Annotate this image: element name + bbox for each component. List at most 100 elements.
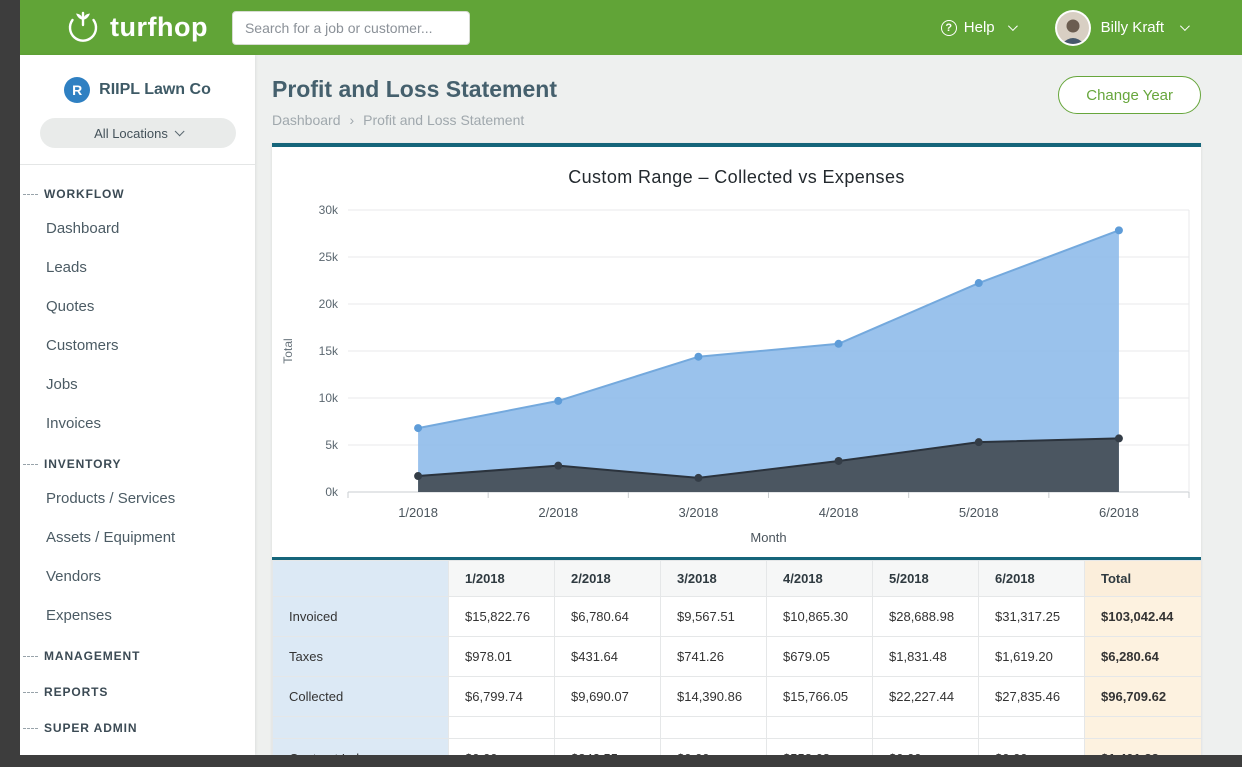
value-cell: $15,766.05	[767, 677, 873, 717]
svg-text:3/2018: 3/2018	[679, 505, 719, 520]
spacer-cell	[1085, 717, 1202, 739]
value-cell: $842.55	[555, 739, 661, 756]
change-year-button[interactable]: Change Year	[1058, 76, 1201, 114]
svg-text:10k: 10k	[319, 391, 339, 405]
header-cell-2-2018: 2/2018	[555, 561, 661, 597]
help-icon: ?	[941, 20, 957, 36]
header-cell-label	[273, 561, 449, 597]
spacer-cell	[873, 717, 979, 739]
sidebar-item-expenses[interactable]: Expenses	[20, 596, 255, 635]
breadcrumb: Dashboard › Profit and Loss Statement	[272, 112, 557, 128]
sidebar-section-workflow[interactable]: WORKFLOW	[20, 173, 255, 209]
svg-text:5k: 5k	[325, 438, 339, 452]
turfhop-logo[interactable]: turfhop	[65, 7, 208, 48]
sidebar-section-reports[interactable]: REPORTS	[20, 671, 255, 707]
sidebar-item-products-services[interactable]: Products / Services	[20, 479, 255, 518]
logo-text: turfhop	[110, 12, 208, 43]
topbar-right: ? Help Billy Kraft	[941, 10, 1187, 46]
value-cell: $15,822.76	[449, 597, 555, 637]
total-value-cell: $96,709.62	[1085, 677, 1202, 717]
value-cell: $1,619.20	[979, 637, 1085, 677]
locations-dropdown[interactable]: All Locations	[40, 118, 236, 148]
user-name: Billy Kraft	[1101, 19, 1164, 36]
value-cell: $22,227.44	[873, 677, 979, 717]
table-row-taxes: Taxes$978.01$431.64$741.26$679.05$1,831.…	[273, 637, 1202, 677]
row-label: Collected	[273, 677, 449, 717]
table-row-invoiced: Invoiced$15,822.76$6,780.64$9,567.51$10,…	[273, 597, 1202, 637]
total-value-cell: $103,042.44	[1085, 597, 1202, 637]
breadcrumb-separator-icon: ›	[350, 112, 355, 128]
svg-text:25k: 25k	[319, 250, 339, 264]
topbar: turfhop ? Help Billy Kraft	[20, 0, 1242, 55]
svg-text:Month: Month	[750, 530, 786, 545]
chevron-down-icon	[175, 126, 185, 136]
pl-table-head: 1/20182/20183/20184/20185/20186/2018Tota…	[273, 561, 1202, 597]
svg-text:5/2018: 5/2018	[959, 505, 999, 520]
pl-table: 1/20182/20183/20184/20185/20186/2018Tota…	[272, 560, 1202, 755]
page-header: Profit and Loss Statement Dashboard › Pr…	[255, 55, 1242, 128]
sidebar-item-quotes[interactable]: Quotes	[20, 287, 255, 326]
row-label: Contract Labor	[273, 739, 449, 756]
value-cell: $6,780.64	[555, 597, 661, 637]
total-value-cell: $1,401.23	[1085, 739, 1202, 756]
page-title: Profit and Loss Statement	[272, 76, 557, 103]
spacer-cell	[979, 717, 1085, 739]
header-cell-5-2018: 5/2018	[873, 561, 979, 597]
value-cell: $0.00	[661, 739, 767, 756]
sidebar-item-customers[interactable]: Customers	[20, 326, 255, 365]
report-card: Custom Range – Collected vs Expenses 0k 5…	[272, 143, 1201, 755]
svg-text:6/2018: 6/2018	[1099, 505, 1139, 520]
value-cell: $0.00	[979, 739, 1085, 756]
company-badge: R	[64, 77, 90, 103]
app-window: turfhop ? Help Billy Kraft	[20, 0, 1242, 755]
breadcrumb-dashboard[interactable]: Dashboard	[272, 112, 341, 128]
value-cell: $1,831.48	[873, 637, 979, 677]
value-cell: $0.00	[449, 739, 555, 756]
svg-text:0k: 0k	[325, 485, 339, 499]
table-row-contract-labor: Contract Labor$0.00$842.55$0.00$558.68$0…	[273, 739, 1202, 756]
user-menu[interactable]: Billy Kraft	[1055, 10, 1187, 46]
spacer-cell	[449, 717, 555, 739]
value-cell: $741.26	[661, 637, 767, 677]
sidebar-item-assets-equipment[interactable]: Assets / Equipment	[20, 518, 255, 557]
company-row: R RIIPL Lawn Co	[20, 55, 255, 103]
chart-title: Custom Range – Collected vs Expenses	[272, 147, 1201, 192]
header-cell-6-2018: 6/2018	[979, 561, 1085, 597]
spacer-cell	[767, 717, 873, 739]
avatar	[1055, 10, 1091, 46]
svg-text:1/2018: 1/2018	[398, 505, 438, 520]
sidebar-item-jobs[interactable]: Jobs	[20, 365, 255, 404]
value-cell: $14,390.86	[661, 677, 767, 717]
help-menu[interactable]: ? Help	[941, 19, 1015, 36]
svg-text:30k: 30k	[319, 203, 339, 217]
sidebar-section-super-admin[interactable]: SUPER ADMIN	[20, 707, 255, 743]
breadcrumb-current: Profit and Loss Statement	[363, 112, 524, 128]
sidebar-nav: WORKFLOWDashboardLeadsQuotesCustomersJob…	[20, 165, 255, 743]
chart-svg[interactable]: 0k 5k 10k 15k 20k 25k 30k 1/2018 2/2018 3/2018 4/2…	[272, 192, 1201, 557]
table-row-collected: Collected$6,799.74$9,690.07$14,390.86$15…	[273, 677, 1202, 717]
svg-text:15k: 15k	[319, 344, 339, 358]
value-cell: $679.05	[767, 637, 873, 677]
svg-text:4/2018: 4/2018	[819, 505, 859, 520]
pl-table-body: Invoiced$15,822.76$6,780.64$9,567.51$10,…	[273, 597, 1202, 756]
value-cell: $9,690.07	[555, 677, 661, 717]
table-header-row: 1/20182/20183/20184/20185/20186/2018Tota…	[273, 561, 1202, 597]
search-input[interactable]	[232, 11, 470, 45]
sidebar-item-vendors[interactable]: Vendors	[20, 557, 255, 596]
chevron-down-icon	[1008, 21, 1018, 31]
sidebar-section-management[interactable]: MANAGEMENT	[20, 635, 255, 671]
table-spacer-row	[273, 717, 1202, 739]
spacer-cell	[661, 717, 767, 739]
total-value-cell: $6,280.64	[1085, 637, 1202, 677]
value-cell: $0.00	[873, 739, 979, 756]
svg-text:20k: 20k	[319, 297, 339, 311]
sidebar-item-invoices[interactable]: Invoices	[20, 404, 255, 443]
sidebar-section-inventory[interactable]: INVENTORY	[20, 443, 255, 479]
sidebar-item-leads[interactable]: Leads	[20, 248, 255, 287]
svg-text:2/2018: 2/2018	[538, 505, 578, 520]
sidebar-item-dashboard[interactable]: Dashboard	[20, 209, 255, 248]
value-cell: $431.64	[555, 637, 661, 677]
value-cell: $28,688.98	[873, 597, 979, 637]
value-cell: $6,799.74	[449, 677, 555, 717]
spacer-cell	[555, 717, 661, 739]
